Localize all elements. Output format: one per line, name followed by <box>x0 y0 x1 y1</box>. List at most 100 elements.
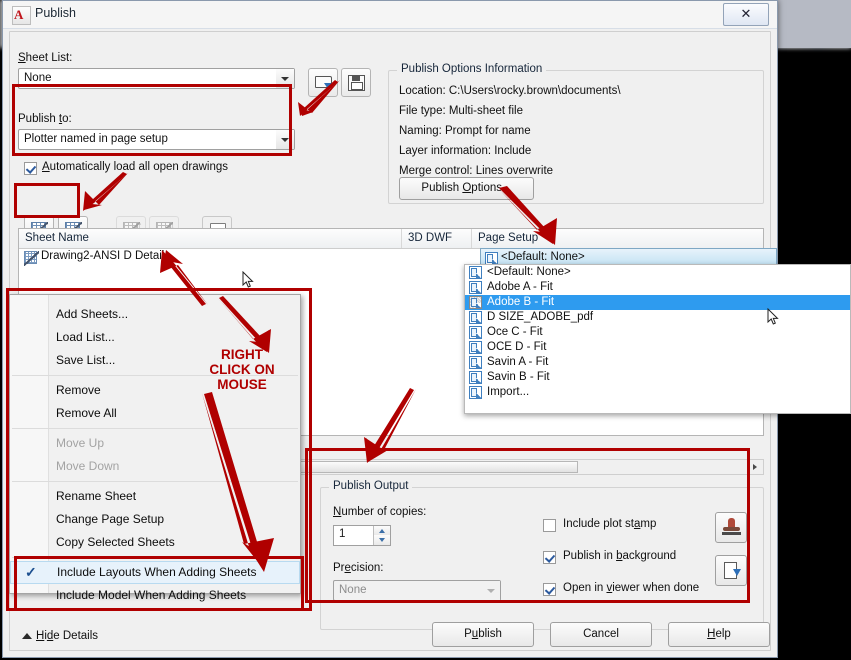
page-setup-dropdown-item[interactable]: OCE D - Fit <box>465 340 850 355</box>
context-menu-item[interactable]: Copy Selected Sheets <box>10 531 300 554</box>
publish-output-title: Publish Output <box>329 480 413 492</box>
precision-value: None <box>339 584 367 596</box>
number-of-copies-stepper[interactable]: 1 <box>333 525 391 546</box>
publish-in-background-checkbox[interactable] <box>543 551 556 564</box>
include-plot-stamp-checkbox[interactable] <box>543 519 556 532</box>
column-header-page-setup[interactable]: Page Setup <box>472 229 763 248</box>
plot-stamp-settings-button[interactable] <box>715 512 747 543</box>
context-menu-items: Add Sheets... Load List... Save List... Rem… <box>10 295 300 607</box>
check-icon: ✓ <box>25 564 37 580</box>
context-menu-separator <box>12 557 298 558</box>
grid-header-row: Sheet Name 3D DWF Page Setup <box>19 229 763 249</box>
publish-export-button[interactable] <box>715 555 747 586</box>
app-icon-letter: A <box>14 7 24 22</box>
context-menu-item[interactable]: Include Model When Adding Sheets <box>10 584 300 607</box>
context-menu-item[interactable]: Rename Sheet <box>10 485 300 508</box>
page-setup-dropdown-item[interactable]: Savin A - Fit <box>465 355 850 370</box>
page-setup-dropdown-item-label: Adobe A - Fit <box>487 281 553 293</box>
context-menu-separator <box>12 428 298 429</box>
close-button[interactable]: ✕ <box>723 3 769 26</box>
page-setup-dropdown-item-label: Import... <box>487 386 530 398</box>
sheet-row-name: Drawing2-ANSI D Detail <box>41 250 165 262</box>
publish-options-button[interactable]: Publish Options... <box>399 177 534 200</box>
number-of-copies-label: Number of copies: <box>333 506 427 518</box>
page-setup-icon <box>469 281 482 294</box>
autocad-app-icon: A <box>12 6 31 25</box>
publish-to-label: Publish to: <box>18 113 72 125</box>
page-setup-dropdown-item[interactable]: Savin B - Fit <box>465 370 850 385</box>
open-in-viewer-checkbox[interactable] <box>543 583 556 596</box>
window-title: Publish <box>35 6 76 20</box>
page-setup-icon <box>469 311 482 324</box>
autoload-drawings-checkbox[interactable] <box>24 162 37 175</box>
info-merge-control: Merge control: Lines overwrite <box>399 165 554 177</box>
publish-to-combo[interactable]: Plotter named in page setup <box>18 129 295 150</box>
sheet-list-value: None <box>24 72 52 84</box>
stepper-up-button[interactable] <box>373 526 390 535</box>
precision-label: Precision: <box>333 562 384 574</box>
info-file-type: File type: Multi-sheet file <box>399 105 523 117</box>
column-header-sheet-name[interactable]: Sheet Name <box>19 229 402 248</box>
context-menu-item[interactable]: Change Page Setup <box>10 508 300 531</box>
scroll-right-button[interactable] <box>749 461 762 473</box>
publish-output-group: Publish Output Number of copies: 1 Preci… <box>320 480 764 630</box>
save-sheet-list-button[interactable] <box>341 68 371 97</box>
hide-details-toggle[interactable]: Hide Details <box>22 630 98 642</box>
page-setup-dropdown-item[interactable]: Adobe A - Fit <box>465 280 850 295</box>
page-setup-dropdown-list[interactable]: <Default: None> Adobe A - Fit Adobe B - Fi… <box>464 264 851 414</box>
info-location: Location: C:\Users\rocky.brown\documents… <box>399 85 621 97</box>
page-setup-icon <box>469 341 482 354</box>
chevron-up-icon <box>22 633 32 639</box>
download-arrow-icon <box>324 83 332 89</box>
sheet-list-label: Sheet List: <box>18 52 73 64</box>
annotation-line-3: MOUSE <box>217 377 267 392</box>
page-setup-icon <box>469 326 482 339</box>
page-setup-dropdown-item[interactable]: Import... <box>465 385 850 400</box>
help-button[interactable]: Help <box>668 622 770 647</box>
page-setup-dropdown-item[interactable]: Adobe B - Fit <box>465 295 850 310</box>
page-setup-icon <box>469 371 482 384</box>
page-setup-dropdown-item-label: Savin B - Fit <box>487 371 550 383</box>
context-menu-item[interactable]: Add Sheets... <box>10 303 300 326</box>
context-menu-item: Move Down <box>56 459 120 473</box>
sheet-list-combo[interactable]: None <box>18 68 295 89</box>
publish-options-info-lines: Location: C:\Users\rocky.brown\documents… <box>399 85 621 177</box>
include-plot-stamp-label: Include plot stamp <box>563 518 657 530</box>
page-setup-dropdown-item-label: Oce C - Fit <box>487 326 543 338</box>
info-naming: Naming: Prompt for name <box>399 125 531 137</box>
floppy-disk-icon <box>348 75 365 91</box>
page-setup-dropdown-item-label: <Default: None> <box>487 266 571 278</box>
page-setup-icon <box>469 356 482 369</box>
page-setup-dropdown-item[interactable]: Oce C - Fit <box>465 325 850 340</box>
publish-button[interactable]: Publish <box>432 622 534 647</box>
stepper-down-button[interactable] <box>373 535 390 545</box>
page-setup-dropdown-item-label: Savin A - Fit <box>487 356 549 368</box>
number-of-copies-value: 1 <box>339 528 346 540</box>
publish-in-background-label: Publish in background <box>563 550 677 562</box>
info-layer: Layer information: Include <box>399 145 532 157</box>
column-header-3d-dwf[interactable]: 3D DWF <box>402 229 472 248</box>
context-menu-item: Move Up <box>56 436 105 450</box>
context-menu-item[interactable]: Load List... <box>10 326 300 349</box>
page-setup-dropdown-item[interactable]: D SIZE_ADOBE_pdf <box>465 310 850 325</box>
context-menu-item-label: Include Layouts When Adding Sheets <box>57 565 257 579</box>
context-menu-item[interactable]: ✓ Include Layouts When Adding Sheets <box>10 561 300 584</box>
sheet-list-context-menu: Add Sheets... Load List... Save List... Rem… <box>9 294 301 602</box>
sheet-row-icon <box>24 251 39 266</box>
background-right-panel <box>772 0 851 48</box>
page-setup-dropdown-item-label: D SIZE_ADOBE_pdf <box>487 311 594 323</box>
context-menu-item[interactable]: Remove All <box>10 402 300 425</box>
precision-combo[interactable]: None <box>333 580 501 601</box>
publish-to-value: Plotter named in page setup <box>24 133 168 145</box>
load-sheet-list-button[interactable] <box>308 68 338 97</box>
annotation-line-1: RIGHT <box>221 347 263 362</box>
page-setup-icon <box>469 266 482 279</box>
page-setup-dropdown-item[interactable]: <Default: None> <box>465 265 850 280</box>
context-menu-separator <box>12 481 298 482</box>
page-setup-dropdown-item-label: OCE D - Fit <box>487 341 547 353</box>
page-setup-icon <box>469 386 482 399</box>
cancel-button[interactable]: Cancel <box>550 622 652 647</box>
page-setup-dropdown-item-label: Adobe B - Fit <box>487 296 555 308</box>
page-setup-cell-value: <Default: None> <box>501 251 585 263</box>
page-setup-icon <box>469 296 482 309</box>
